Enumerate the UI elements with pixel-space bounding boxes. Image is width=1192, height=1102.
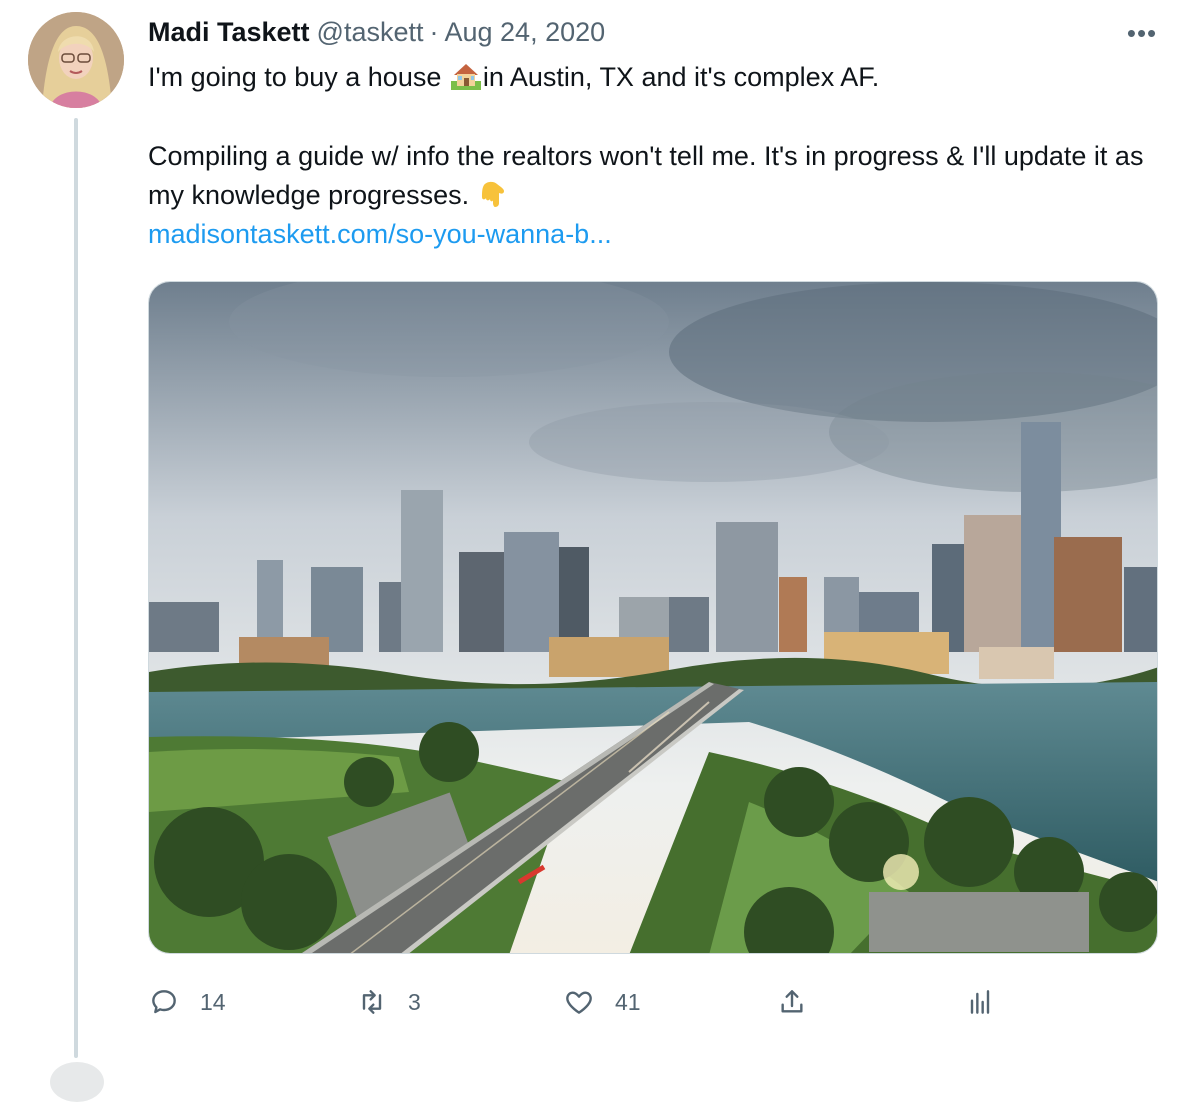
line1-before: I'm going to buy a house — [148, 62, 449, 92]
house-emoji-icon — [449, 61, 483, 91]
like-button[interactable]: 41 — [563, 980, 641, 1024]
reply-count: 14 — [200, 988, 226, 1015]
more-icon: ••• — [1126, 17, 1158, 48]
point-down-emoji-icon — [477, 179, 511, 209]
avatar[interactable] — [28, 12, 124, 108]
next-tweet-avatar[interactable] — [50, 1062, 104, 1102]
tweet-line-1: I'm going to buy a house in Austin, TX a… — [148, 58, 1148, 97]
separator-dot: · — [429, 16, 439, 47]
tweet-text: I'm going to buy a house in Austin, TX a… — [148, 58, 1148, 254]
tweet-link[interactable]: madisontaskett.com/so-you-wanna-b... — [148, 219, 612, 249]
tweet-header: Madi Taskett @taskett · Aug 24, 2020 — [148, 14, 605, 50]
tweet-media-image[interactable] — [148, 281, 1158, 954]
author-name[interactable]: Madi Taskett — [148, 17, 310, 48]
tweet-paragraph-2: Compiling a guide w/ info the realtors w… — [148, 137, 1148, 254]
analytics-icon — [970, 990, 990, 1014]
line1-after: in Austin, TX and it's complex AF. — [482, 62, 880, 92]
more-options-button[interactable]: ••• — [1122, 18, 1162, 48]
analytics-button[interactable] — [964, 980, 996, 1024]
retweet-count: 3 — [408, 988, 421, 1015]
tweet-date[interactable]: Aug 24, 2020 — [445, 17, 606, 48]
like-count: 41 — [615, 988, 641, 1015]
action-bar: 14 3 41 — [148, 980, 1028, 1024]
retweet-icon — [362, 990, 382, 1014]
share-button[interactable] — [776, 980, 808, 1024]
heart-icon — [566, 991, 592, 1014]
author-handle[interactable]: @taskett — [317, 17, 424, 48]
reply-button[interactable]: 14 — [148, 980, 226, 1024]
share-icon — [781, 990, 803, 1013]
reply-icon — [152, 990, 176, 1014]
retweet-button[interactable]: 3 — [356, 980, 421, 1024]
thread-line — [74, 118, 78, 1058]
paragraph-2-text: Compiling a guide w/ info the realtors w… — [148, 141, 1144, 210]
